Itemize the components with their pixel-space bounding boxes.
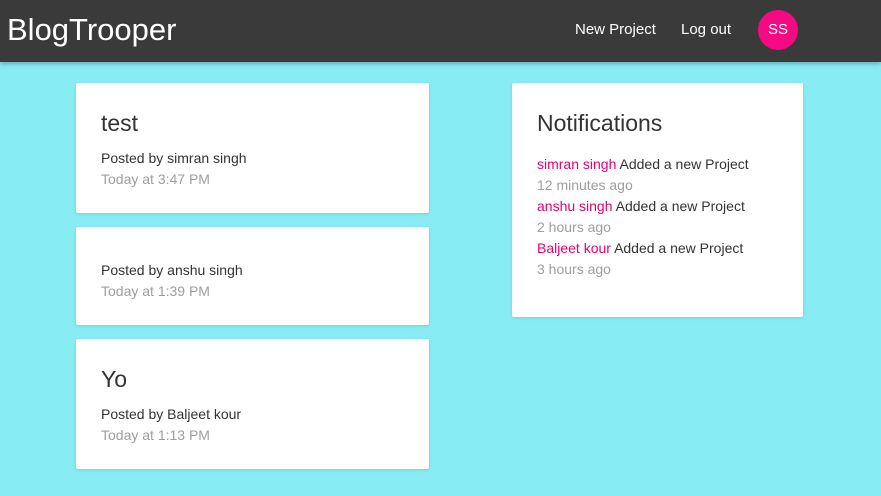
- notification-item: simran singh Added a new Project 12 minu…: [537, 155, 797, 197]
- notification-user-link[interactable]: anshu singh: [537, 198, 613, 214]
- notification-item: Baljeet kour Added a new Project 3 hours…: [537, 239, 797, 281]
- notifications-title: Notifications: [537, 110, 663, 136]
- project-card[interactable]: test Posted by simran singh Today at 3:4…: [76, 83, 429, 213]
- notification-action: Added a new Project: [615, 198, 745, 214]
- notification-time: 12 minutes ago: [537, 177, 633, 193]
- top-navbar: BlogTrooper New Project Log out SS: [0, 0, 881, 62]
- notifications-list: simran singh Added a new Project 12 minu…: [537, 155, 797, 281]
- notification-action: Added a new Project: [619, 156, 749, 172]
- project-timestamp: Today at 1:39 PM: [101, 283, 210, 299]
- project-author: Posted by Baljeet kour: [101, 406, 242, 422]
- logout-link[interactable]: Log out: [681, 20, 731, 40]
- notification-item: anshu singh Added a new Project 2 hours …: [537, 197, 797, 239]
- project-title: Yo: [101, 366, 128, 392]
- brand-logo-link[interactable]: BlogTrooper: [7, 12, 176, 48]
- new-project-link[interactable]: New Project: [575, 20, 656, 40]
- notification-action: Added a new Project: [614, 240, 744, 256]
- project-card[interactable]: Yo Posted by Baljeet kour Today at 1:13 …: [76, 339, 429, 469]
- notification-user-link[interactable]: simran singh: [537, 156, 616, 172]
- project-title: test: [101, 110, 139, 136]
- project-timestamp: Today at 3:47 PM: [101, 171, 210, 187]
- notifications-panel: Notifications simran singh Added a new P…: [512, 83, 803, 317]
- project-author: Posted by anshu singh: [101, 262, 243, 278]
- project-timestamp: Today at 1:13 PM: [101, 427, 210, 443]
- notification-user-link[interactable]: Baljeet kour: [537, 240, 611, 256]
- project-author: Posted by simran singh: [101, 150, 247, 166]
- user-avatar[interactable]: SS: [758, 10, 798, 50]
- notification-time: 2 hours ago: [537, 219, 611, 235]
- project-card[interactable]: Posted by anshu singh Today at 1:39 PM: [76, 227, 429, 325]
- notification-time: 3 hours ago: [537, 261, 611, 277]
